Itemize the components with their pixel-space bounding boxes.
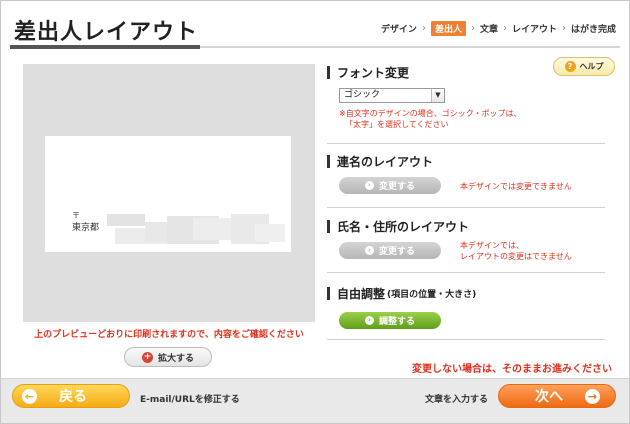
preview-note: 上のプレビューどおりに印刷されますので、内容をご確認ください	[34, 330, 304, 340]
section-divider	[327, 272, 605, 273]
title-underline	[10, 45, 200, 49]
font-select[interactable]: ゴシック ▼	[339, 88, 445, 103]
font-warning-line1: ※自文字のデザインの場合、ゴシック・ポップは、	[339, 109, 522, 118]
zoom-button[interactable]: + 拡大する	[124, 347, 212, 367]
arrow-right-icon: →	[585, 388, 600, 404]
enter-text-link[interactable]: 文章を入力する	[425, 392, 488, 405]
joint-note: 本デザインでは変更できません	[460, 182, 572, 191]
name-address-note: 本デザインでは、 レイアウトの変更はできません	[460, 240, 572, 262]
step-arrow-icon: ›	[421, 23, 426, 34]
free-adjust-sub: (項目の位置・大きさ)	[387, 290, 477, 300]
adjust-button[interactable]: › 調整する	[339, 312, 441, 329]
joint-section-heading: 連名のレイアウト	[327, 153, 433, 170]
step-sender: 差出人	[430, 21, 466, 36]
font-warning-line2: 「太字」を選択してください	[345, 120, 449, 129]
question-icon: ?	[564, 61, 576, 72]
zoom-label: 拡大する	[157, 353, 194, 364]
circle-arrow-icon: ›	[364, 181, 374, 190]
proceed-note: 変更しない場合は、そのままお進みください	[412, 364, 612, 375]
free-adjust-section-heading: 自由調整 (項目の位置・大きさ)	[327, 285, 476, 302]
joint-change-label: 変更する	[378, 182, 415, 192]
postcard-preview: 〒 東京都	[23, 64, 315, 322]
step-arrow-icon: ›	[470, 23, 475, 34]
page-title: 差出人レイアウト	[14, 20, 199, 45]
preview-card: 〒 東京都	[45, 136, 291, 252]
preview-address: 東京都	[72, 223, 100, 233]
help-button[interactable]: ? ヘルプ	[553, 57, 615, 76]
step-layout: レイアウト	[511, 25, 557, 35]
title-rule	[200, 46, 620, 48]
font-select-value: ゴシック	[344, 90, 381, 100]
joint-change-button[interactable]: › 変更する	[339, 177, 441, 194]
edit-email-url-link[interactable]: E-mail/URLを修正する	[140, 392, 240, 405]
free-adjust-heading-text: 自由調整	[337, 287, 386, 301]
step-complete: はがき完成	[570, 25, 616, 35]
blurred-address	[107, 214, 145, 226]
name-address-change-label: 変更する	[378, 247, 415, 257]
step-breadcrumb: デザイン › 差出人 › 文章 › レイアウト › はがき完成	[381, 21, 616, 36]
font-warning: ※自文字のデザインの場合、ゴシック・ポップは、 「太字」を選択してください	[339, 108, 522, 130]
plus-icon: +	[141, 351, 153, 363]
back-button[interactable]: ← 戻る	[12, 384, 130, 408]
step-design: デザイン	[380, 25, 417, 35]
name-address-note-line2: レイアウトの変更はできません	[460, 252, 572, 261]
blurred-address	[255, 224, 285, 242]
step-arrow-icon: ›	[502, 23, 507, 34]
step-arrow-icon: ›	[561, 23, 566, 34]
name-address-heading-text: 氏名・住所のレイアウト	[337, 220, 470, 234]
font-section-heading: フォント変更	[327, 64, 409, 81]
circle-arrow-icon: ›	[364, 246, 374, 255]
help-label: ヘルプ	[579, 62, 604, 71]
adjust-label: 調整する	[378, 317, 415, 327]
circle-arrow-icon: ›	[364, 316, 374, 325]
chevron-down-icon: ▼	[431, 89, 444, 102]
back-label: 戻る	[59, 389, 87, 405]
next-button[interactable]: 次へ →	[498, 384, 616, 408]
joint-heading-text: 連名のレイアウト	[337, 155, 434, 169]
name-address-section-heading: 氏名・住所のレイアウト	[327, 218, 469, 235]
next-label: 次へ	[535, 389, 563, 405]
font-heading-text: フォント変更	[337, 66, 410, 80]
name-address-change-button[interactable]: › 変更する	[339, 242, 441, 259]
arrow-left-icon: ←	[22, 388, 37, 404]
name-address-note-line1: 本デザインでは、	[460, 241, 524, 250]
section-divider	[327, 339, 605, 340]
section-divider	[327, 143, 605, 144]
step-text: 文章	[479, 25, 498, 35]
section-divider	[327, 207, 605, 208]
